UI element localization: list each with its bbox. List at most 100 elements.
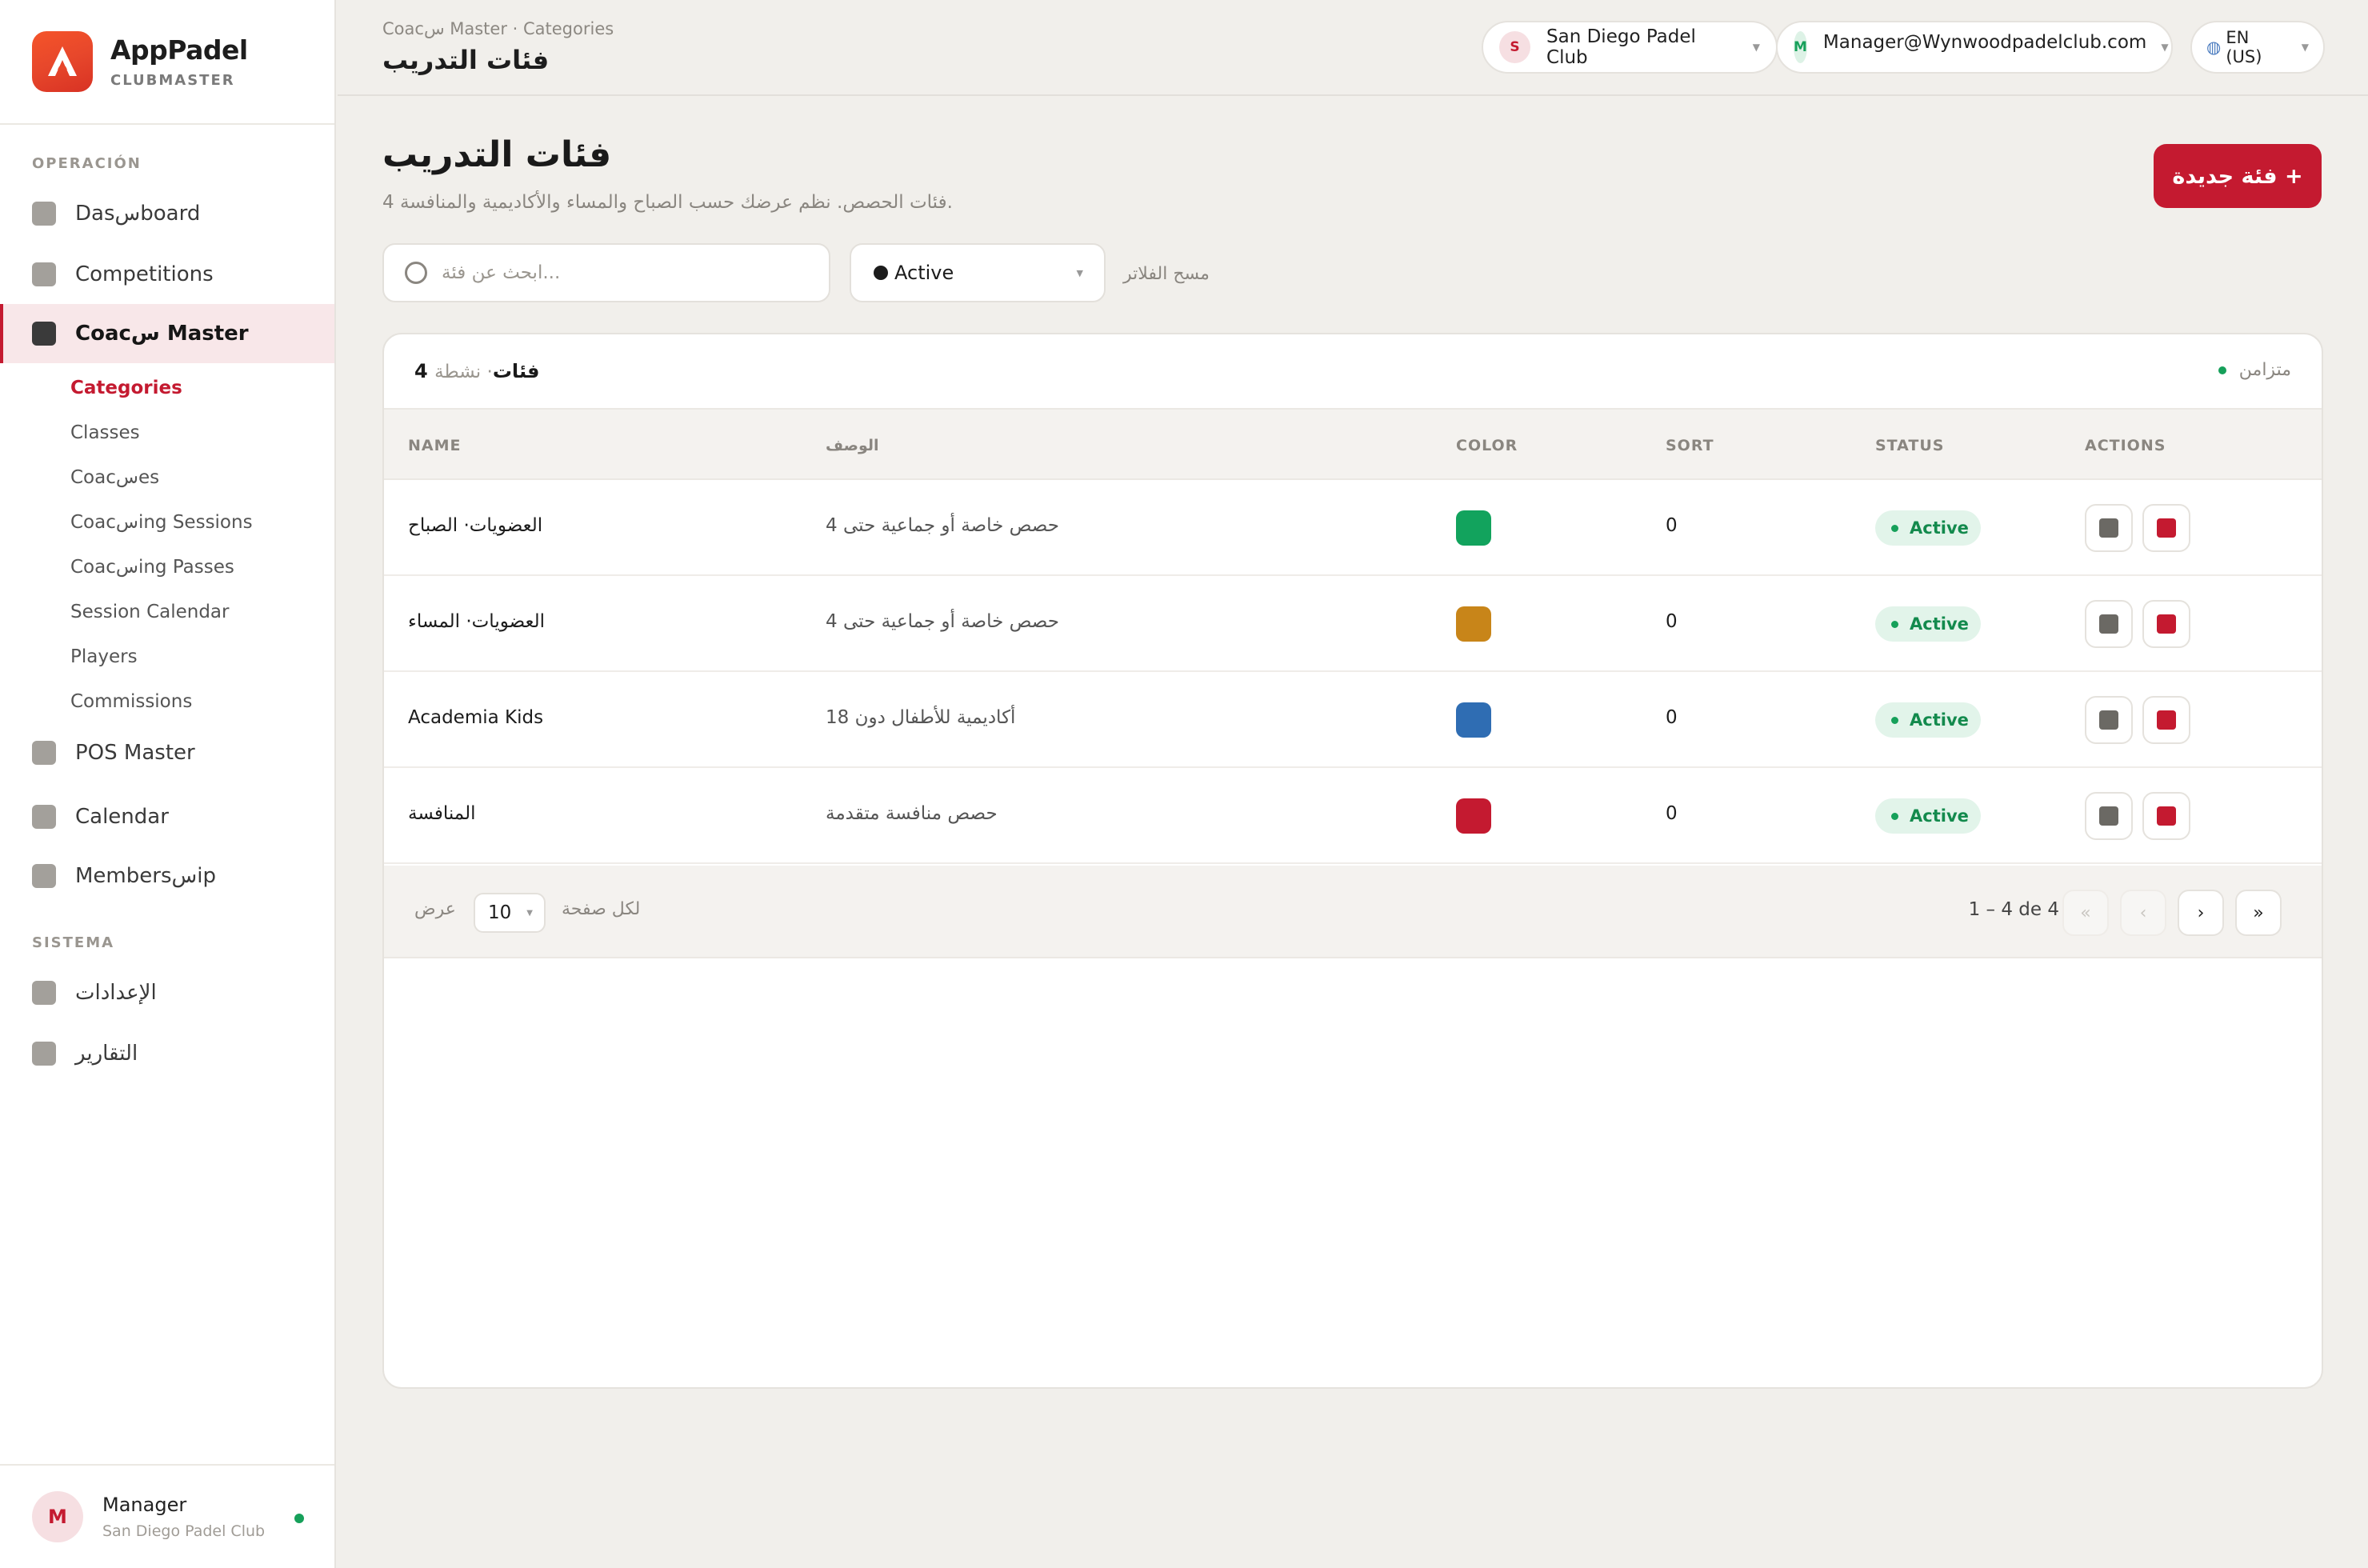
column-header-color[interactable]: COLOR bbox=[1456, 437, 1518, 454]
sidebar-item-label: الإعدادات bbox=[75, 981, 157, 1005]
sort-value: 0 bbox=[1666, 803, 1678, 824]
section-operation: OPERACIÓN bbox=[32, 155, 142, 172]
subnav-coaching-passes[interactable]: Coacسing Passes bbox=[70, 557, 234, 578]
sidebar-item-competitions[interactable]: Competitions bbox=[0, 245, 334, 304]
delete-button[interactable] bbox=[2142, 792, 2190, 840]
subnav-coaches[interactable]: Coacسes bbox=[70, 467, 159, 488]
per-page-label: لكل صفحة bbox=[562, 899, 641, 919]
language-selector[interactable]: ◍ EN (US) ▼ bbox=[2190, 21, 2325, 74]
user-name: Manager bbox=[102, 1494, 187, 1516]
column-header-status[interactable]: STATUS bbox=[1875, 437, 1944, 454]
subnav-commissions[interactable]: Commissions bbox=[70, 691, 192, 712]
edit-button[interactable] bbox=[2085, 696, 2133, 744]
delete-icon bbox=[2157, 710, 2176, 730]
sort-value: 0 bbox=[1666, 611, 1678, 632]
column-header-actions: ACTIONS bbox=[2085, 437, 2166, 454]
top-bar: Coacس Master · Categories فئات التدريب S… bbox=[338, 0, 2368, 96]
club-selector[interactable]: S San Diego Padel Club ▼ bbox=[1482, 21, 1778, 74]
table-header: NAME الوصف COLOR SORT STATUS ACTIONS bbox=[384, 410, 2322, 480]
clear-filters-link[interactable]: مسح الفلاتر bbox=[1123, 264, 1210, 284]
brand[interactable]: AppPadel CLUBMASTER bbox=[0, 0, 334, 125]
chevron-down-icon: ▼ bbox=[2161, 42, 2169, 53]
app-logo-icon bbox=[32, 31, 93, 92]
status-filter-value: Active bbox=[894, 262, 954, 284]
sync-dot-icon bbox=[2218, 366, 2226, 374]
subnav-players[interactable]: Players bbox=[70, 646, 138, 667]
card-header: 4 فئات· نشطة متزامن bbox=[384, 334, 2322, 410]
language-label: EN (US) bbox=[2226, 28, 2262, 66]
category-name: العضويات· الصباح bbox=[408, 515, 543, 536]
last-page-button[interactable]: » bbox=[2235, 890, 2282, 936]
per-page-select[interactable]: 10 ▼ bbox=[474, 893, 546, 933]
next-page-button[interactable]: › bbox=[2178, 890, 2224, 936]
prev-page-button[interactable]: ‹ bbox=[2120, 890, 2166, 936]
sidebar-item-label: Calendar bbox=[75, 805, 169, 829]
edit-icon bbox=[2099, 614, 2118, 634]
sidebar-item-membership[interactable]: Membersسip bbox=[0, 846, 334, 906]
avatar: M bbox=[32, 1491, 83, 1542]
status-label: Active bbox=[1910, 710, 1969, 730]
delete-icon bbox=[2157, 614, 2176, 634]
subnav-classes[interactable]: Classes bbox=[70, 422, 140, 443]
brand-subtitle: CLUBMASTER bbox=[110, 72, 235, 89]
category-description: حصص خاصة أو جماعية حتى 4 bbox=[826, 515, 1059, 536]
category-name: Academia Kids bbox=[408, 707, 544, 728]
edit-button[interactable] bbox=[2085, 600, 2133, 648]
globe-icon: ◍ bbox=[2206, 38, 2222, 57]
status-label: Active bbox=[1910, 518, 1969, 538]
color-swatch bbox=[1456, 606, 1491, 642]
delete-button[interactable] bbox=[2142, 696, 2190, 744]
sidebar-item-label: Membersسip bbox=[75, 864, 216, 888]
new-category-button[interactable]: فئة جديدة + bbox=[2154, 144, 2322, 208]
sidebar-item-pos-master[interactable]: POS Master bbox=[0, 723, 334, 782]
edit-icon bbox=[2099, 710, 2118, 730]
chevron-down-icon: ▼ bbox=[526, 908, 533, 918]
subnav-coaching-sessions[interactable]: Coacسing Sessions bbox=[70, 512, 253, 533]
sort-value: 0 bbox=[1666, 515, 1678, 536]
status-badge: Active bbox=[1875, 798, 1981, 834]
column-header-sort[interactable]: SORT bbox=[1666, 437, 1714, 454]
edit-button[interactable] bbox=[2085, 792, 2133, 840]
table-row[interactable]: المنافسة حصص منافسة متقدمة 0 Active bbox=[384, 768, 2322, 864]
sidebar-item-label: Coacس Master bbox=[75, 322, 249, 346]
subnav-session-calendar[interactable]: Session Calendar bbox=[70, 602, 230, 622]
delete-button[interactable] bbox=[2142, 600, 2190, 648]
column-header-name[interactable]: NAME bbox=[408, 437, 462, 454]
sidebar-item-dashboard[interactable]: Dasسboard bbox=[0, 184, 334, 243]
sidebar-item-calendar[interactable]: Calendar bbox=[0, 787, 334, 846]
delete-icon bbox=[2157, 806, 2176, 826]
page-title: فئات التدريب bbox=[382, 134, 612, 175]
calendar-icon bbox=[32, 805, 56, 829]
sidebar-item-settings[interactable]: الإعدادات bbox=[0, 963, 334, 1022]
status-dot-icon bbox=[874, 266, 888, 280]
search-input[interactable]: ابحث عن فئة... bbox=[382, 243, 830, 302]
sidebar-item-coach-master[interactable]: Coacس Master bbox=[0, 304, 334, 363]
section-system: SISTEMA bbox=[32, 934, 115, 951]
status-filter[interactable]: Active ▼ bbox=[850, 243, 1106, 302]
first-page-button[interactable]: « bbox=[2062, 890, 2109, 936]
sidebar-item-reports[interactable]: التقارير bbox=[0, 1024, 334, 1083]
column-header-description[interactable]: الوصف bbox=[826, 437, 879, 454]
account-email: Manager@Wynwoodpadelclub.com bbox=[1822, 32, 2147, 53]
settings-icon bbox=[32, 981, 56, 1005]
edit-button[interactable] bbox=[2085, 504, 2133, 552]
category-description: أكاديمية للأطفال دون 18 bbox=[826, 707, 1016, 728]
status-label: Active bbox=[1910, 806, 1969, 826]
table-row[interactable]: العضويات· المساء حصص خاصة أو جماعية حتى … bbox=[384, 576, 2322, 672]
category-description: حصص خاصة أو جماعية حتى 4 bbox=[826, 611, 1059, 632]
account-selector[interactable]: M Manager@Wynwoodpadelclub.com ▼ bbox=[1776, 21, 2173, 74]
brand-name: AppPadel bbox=[110, 34, 248, 66]
table-row[interactable]: Academia Kids أكاديمية للأطفال دون 18 0 … bbox=[384, 672, 2322, 768]
page-subtitle: 4 فئات الحصص. نظم عرضك حسب الصباح والمسا… bbox=[382, 192, 953, 213]
user-profile[interactable]: M Manager San Diego Padel Club bbox=[0, 1464, 334, 1568]
pagination-bar: عرض 10 ▼ لكل صفحة 1 – 4 de 4 « ‹ › » bbox=[384, 866, 2322, 958]
table-row[interactable]: العضويات· الصباح حصص خاصة أو جماعية حتى … bbox=[384, 480, 2322, 576]
page-range: 1 – 4 de 4 bbox=[1968, 899, 2059, 920]
show-label: عرض bbox=[414, 899, 456, 919]
delete-button[interactable] bbox=[2142, 504, 2190, 552]
subnav-categories[interactable]: Categories bbox=[70, 378, 182, 398]
color-swatch bbox=[1456, 510, 1491, 546]
chevron-down-icon: ▼ bbox=[2301, 42, 2309, 53]
search-placeholder: ابحث عن فئة... bbox=[442, 262, 561, 283]
status-dot-icon bbox=[1891, 716, 1898, 724]
